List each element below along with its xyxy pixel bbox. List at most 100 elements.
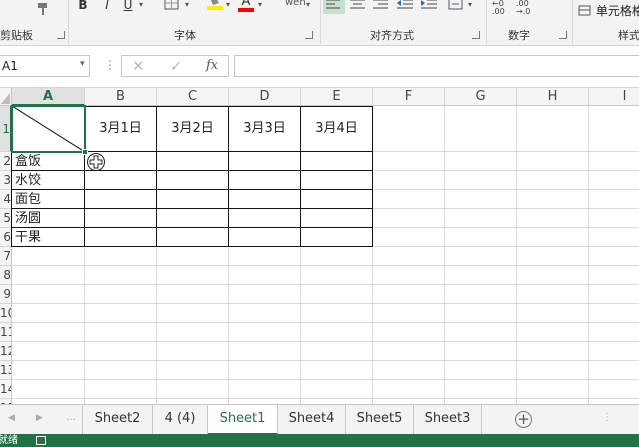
name-box[interactable]: A1 <box>0 55 90 77</box>
cell-c11[interactable] <box>157 323 229 342</box>
cell-i11[interactable] <box>589 323 639 342</box>
cell-b7[interactable] <box>85 247 157 266</box>
row-header-12[interactable]: 12 <box>0 342 12 361</box>
cell-h3[interactable] <box>517 171 589 190</box>
cell-c8[interactable] <box>157 266 229 285</box>
cell-g13[interactable] <box>445 361 517 380</box>
decrease-indent-icon[interactable] <box>396 0 414 14</box>
cell-e11[interactable] <box>301 323 373 342</box>
cell-f5[interactable] <box>373 209 445 228</box>
phonetic-dropdown-icon[interactable]: ▾ <box>306 0 310 9</box>
bold-button[interactable]: B <box>76 0 90 14</box>
cell-a4[interactable]: 面包 <box>12 190 85 209</box>
cell-d13[interactable] <box>229 361 301 380</box>
cell-i12[interactable] <box>589 342 639 361</box>
row-header-9[interactable]: 9 <box>0 285 12 304</box>
sheet-tab-4-4[interactable]: 4 (4) <box>153 405 208 435</box>
cell-e4[interactable] <box>301 190 373 209</box>
cell-h1[interactable] <box>517 106 589 152</box>
cell-g7[interactable] <box>445 247 517 266</box>
cell-a8[interactable] <box>12 266 85 285</box>
cell-c12[interactable] <box>157 342 229 361</box>
column-header-c[interactable]: C <box>157 88 229 106</box>
borders-dropdown-icon[interactable]: ▾ <box>185 0 189 9</box>
new-sheet-button[interactable]: + <box>515 411 532 428</box>
cell-g11[interactable] <box>445 323 517 342</box>
cell-a10[interactable] <box>12 304 85 323</box>
cell-g4[interactable] <box>445 190 517 209</box>
cell-h4[interactable] <box>517 190 589 209</box>
cell-b1[interactable]: 3月1日 <box>85 106 157 152</box>
cell-i7[interactable] <box>589 247 639 266</box>
column-header-f[interactable]: F <box>373 88 445 106</box>
alignment-launcher-icon[interactable] <box>472 31 480 39</box>
cell-f8[interactable] <box>373 266 445 285</box>
cell-b9[interactable] <box>85 285 157 304</box>
cell-i2[interactable] <box>589 152 639 171</box>
sheet-tab-sheet1[interactable]: Sheet1 <box>208 405 278 435</box>
cell-b10[interactable] <box>85 304 157 323</box>
column-header-e[interactable]: E <box>301 88 373 106</box>
cell-a6[interactable]: 干果 <box>12 228 85 247</box>
cell-h12[interactable] <box>517 342 589 361</box>
cell-f3[interactable] <box>373 171 445 190</box>
sheet-tab-sheet3[interactable]: Sheet3 <box>414 405 482 435</box>
row-header-14[interactable]: 14 <box>0 380 12 399</box>
cell-f14[interactable] <box>373 380 445 399</box>
column-header-h[interactable]: H <box>517 88 589 106</box>
cell-i9[interactable] <box>589 285 639 304</box>
cell-e14[interactable] <box>301 380 373 399</box>
cell-c13[interactable] <box>157 361 229 380</box>
fill-color-icon[interactable] <box>206 0 224 10</box>
underline-button[interactable]: U <box>121 0 135 14</box>
row-header-8[interactable]: 8 <box>0 266 12 285</box>
cell-b11[interactable] <box>85 323 157 342</box>
cell-i14[interactable] <box>589 380 639 399</box>
align-right-icon[interactable] <box>371 0 391 14</box>
align-center-icon[interactable] <box>348 0 368 14</box>
cell-e6[interactable] <box>301 228 373 247</box>
cell-b13[interactable] <box>85 361 157 380</box>
cell-d14[interactable] <box>229 380 301 399</box>
name-box-dropdown-icon[interactable]: ▾ <box>80 59 85 69</box>
merge-center-icon[interactable] <box>448 0 464 12</box>
cell-e12[interactable] <box>301 342 373 361</box>
cell-e13[interactable] <box>301 361 373 380</box>
cell-g14[interactable] <box>445 380 517 399</box>
cell-e5[interactable] <box>301 209 373 228</box>
cell-i5[interactable] <box>589 209 639 228</box>
formula-bar-options-icon[interactable]: ⋮ <box>104 58 116 72</box>
cell-e9[interactable] <box>301 285 373 304</box>
cell-b12[interactable] <box>85 342 157 361</box>
cell-h8[interactable] <box>517 266 589 285</box>
cell-f2[interactable] <box>373 152 445 171</box>
cell-b3[interactable] <box>85 171 157 190</box>
enter-icon[interactable]: ✓ <box>170 57 183 75</box>
cell-d1[interactable]: 3月3日 <box>229 106 301 152</box>
cell-c1[interactable]: 3月2日 <box>157 106 229 152</box>
cell-f10[interactable] <box>373 304 445 323</box>
align-left-icon[interactable] <box>323 0 345 14</box>
borders-icon[interactable] <box>164 0 180 10</box>
cell-area[interactable]: 3月1日 3月2日 3月3日 3月4日盒饭 水饺 面包 汤圆 干果 <box>12 106 639 404</box>
sheet-tab-sheet2[interactable]: Sheet2 <box>83 405 153 435</box>
cell-a5[interactable]: 汤圆 <box>12 209 85 228</box>
cell-b5[interactable] <box>85 209 157 228</box>
italic-button[interactable]: I <box>100 0 114 14</box>
cell-e2[interactable] <box>301 152 373 171</box>
cell-d8[interactable] <box>229 266 301 285</box>
cell-d6[interactable] <box>229 228 301 247</box>
decrease-decimal-icon[interactable]: .00 →.0 <box>516 0 530 16</box>
cell-g10[interactable] <box>445 304 517 323</box>
font-color-dropdown-icon[interactable]: ▾ <box>258 0 262 9</box>
cell-a2[interactable]: 盒饭 <box>12 152 85 171</box>
cell-c3[interactable] <box>157 171 229 190</box>
cell-g8[interactable] <box>445 266 517 285</box>
cell-a7[interactable] <box>12 247 85 266</box>
cell-e1[interactable]: 3月4日 <box>301 106 373 152</box>
cell-a3[interactable]: 水饺 <box>12 171 85 190</box>
cell-f6[interactable] <box>373 228 445 247</box>
phonetic-guide-icon[interactable]: wén <box>285 0 306 8</box>
scroll-tabs-left-icon[interactable]: ◀ <box>8 413 15 423</box>
font-color-button[interactable]: A <box>238 0 254 12</box>
